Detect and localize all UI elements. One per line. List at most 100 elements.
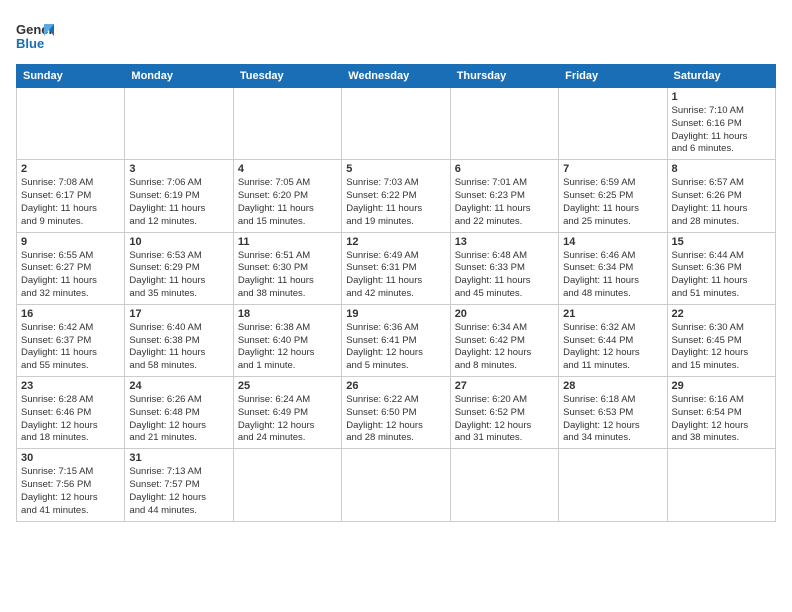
day-number: 11 (238, 236, 337, 248)
calendar-cell: 1 Sunrise: 7:10 AM Sunset: 6:16 PM Daylig… (667, 88, 775, 160)
calendar-cell: 20 Sunrise: 6:34 AM Sunset: 6:42 PM Dayli… (450, 304, 558, 376)
weekday-header-sunday: Sunday (17, 65, 125, 88)
day-number: 30 (21, 452, 120, 464)
day-number: 21 (563, 308, 662, 320)
week-row-4: 16Sunrise: 6:42 AM Sunset: 6:37 PM Dayli… (17, 304, 776, 376)
calendar-cell (559, 88, 667, 160)
day-number: 4 (238, 163, 337, 175)
week-row-3: 9 Sunrise: 6:55 AM Sunset: 6:27 PM Daylig… (17, 232, 776, 304)
day-info: Sunrise: 6:34 AM Sunset: 6:42 PM Dayligh… (455, 322, 554, 373)
day-number: 9 (21, 236, 120, 248)
day-number: 29 (672, 380, 771, 392)
calendar-cell (233, 449, 341, 521)
calendar-cell: 13 Sunrise: 6:48 AM Sunset: 6:33 PM Dayli… (450, 232, 558, 304)
calendar-cell: 26 Sunrise: 6:22 AM Sunset: 6:50 PM Dayli… (342, 377, 450, 449)
calendar-cell: 30 Sunrise: 7:15 AM Sunset: 7:56 PM Dayli… (17, 449, 125, 521)
day-info: Sunrise: 6:53 AM Sunset: 6:29 PM Dayligh… (129, 250, 228, 301)
week-row-5: 23Sunrise: 6:28 AM Sunset: 6:46 PM Dayli… (17, 377, 776, 449)
calendar-cell: 22Sunrise: 6:30 AM Sunset: 6:45 PM Dayli… (667, 304, 775, 376)
week-row-6: 30 Sunrise: 7:15 AM Sunset: 7:56 PM Dayli… (17, 449, 776, 521)
day-info: Sunrise: 6:20 AM Sunset: 6:52 PM Dayligh… (455, 394, 554, 445)
day-info: Sunrise: 6:18 AM Sunset: 6:53 PM Dayligh… (563, 394, 662, 445)
calendar-cell: 2 Sunrise: 7:08 AM Sunset: 6:17 PM Daylig… (17, 160, 125, 232)
day-info: Sunrise: 6:24 AM Sunset: 6:49 PM Dayligh… (238, 394, 337, 445)
calendar-cell: 4 Sunrise: 7:05 AM Sunset: 6:20 PM Daylig… (233, 160, 341, 232)
day-info: Sunrise: 7:01 AM Sunset: 6:23 PM Dayligh… (455, 177, 554, 228)
day-info: Sunrise: 7:05 AM Sunset: 6:20 PM Dayligh… (238, 177, 337, 228)
day-info: Sunrise: 6:22 AM Sunset: 6:50 PM Dayligh… (346, 394, 445, 445)
day-info: Sunrise: 6:55 AM Sunset: 6:27 PM Dayligh… (21, 250, 120, 301)
calendar-cell: 6 Sunrise: 7:01 AM Sunset: 6:23 PM Daylig… (450, 160, 558, 232)
calendar-cell: 25Sunrise: 6:24 AM Sunset: 6:49 PM Dayli… (233, 377, 341, 449)
calendar-cell: 5Sunrise: 7:03 AM Sunset: 6:22 PM Daylig… (342, 160, 450, 232)
calendar-cell (342, 449, 450, 521)
svg-text:Blue: Blue (16, 36, 44, 51)
day-number: 20 (455, 308, 554, 320)
weekday-header-monday: Monday (125, 65, 233, 88)
logo-icon: General Blue (16, 16, 54, 54)
day-info: Sunrise: 6:16 AM Sunset: 6:54 PM Dayligh… (672, 394, 771, 445)
day-number: 18 (238, 308, 337, 320)
weekday-header-saturday: Saturday (667, 65, 775, 88)
day-info: Sunrise: 6:32 AM Sunset: 6:44 PM Dayligh… (563, 322, 662, 373)
calendar-cell: 16Sunrise: 6:42 AM Sunset: 6:37 PM Dayli… (17, 304, 125, 376)
calendar-cell (342, 88, 450, 160)
day-info: Sunrise: 6:59 AM Sunset: 6:25 PM Dayligh… (563, 177, 662, 228)
day-info: Sunrise: 6:49 AM Sunset: 6:31 PM Dayligh… (346, 250, 445, 301)
day-info: Sunrise: 6:48 AM Sunset: 6:33 PM Dayligh… (455, 250, 554, 301)
calendar-cell (450, 449, 558, 521)
week-row-1: 1 Sunrise: 7:10 AM Sunset: 6:16 PM Daylig… (17, 88, 776, 160)
day-info: Sunrise: 6:46 AM Sunset: 6:34 PM Dayligh… (563, 250, 662, 301)
weekday-header-thursday: Thursday (450, 65, 558, 88)
calendar-cell (559, 449, 667, 521)
calendar-cell: 19 Sunrise: 6:36 AM Sunset: 6:41 PM Dayli… (342, 304, 450, 376)
calendar-cell: 10 Sunrise: 6:53 AM Sunset: 6:29 PM Dayli… (125, 232, 233, 304)
day-number: 12 (346, 236, 445, 248)
weekday-header-row: SundayMondayTuesdayWednesdayThursdayFrid… (17, 65, 776, 88)
day-number: 10 (129, 236, 228, 248)
calendar-cell (233, 88, 341, 160)
calendar-cell: 11 Sunrise: 6:51 AM Sunset: 6:30 PM Dayli… (233, 232, 341, 304)
day-number: 1 (672, 91, 771, 103)
day-number: 8 (672, 163, 771, 175)
logo: General Blue (16, 16, 60, 54)
day-info: Sunrise: 7:06 AM Sunset: 6:19 PM Dayligh… (129, 177, 228, 228)
day-number: 24 (129, 380, 228, 392)
day-info: Sunrise: 6:44 AM Sunset: 6:36 PM Dayligh… (672, 250, 771, 301)
day-number: 26 (346, 380, 445, 392)
day-number: 31 (129, 452, 228, 464)
day-number: 7 (563, 163, 662, 175)
weekday-header-wednesday: Wednesday (342, 65, 450, 88)
day-info: Sunrise: 6:36 AM Sunset: 6:41 PM Dayligh… (346, 322, 445, 373)
day-info: Sunrise: 6:57 AM Sunset: 6:26 PM Dayligh… (672, 177, 771, 228)
calendar-cell (450, 88, 558, 160)
day-info: Sunrise: 7:15 AM Sunset: 7:56 PM Dayligh… (21, 466, 120, 517)
calendar-cell: 15 Sunrise: 6:44 AM Sunset: 6:36 PM Dayli… (667, 232, 775, 304)
day-info: Sunrise: 7:08 AM Sunset: 6:17 PM Dayligh… (21, 177, 120, 228)
day-number: 15 (672, 236, 771, 248)
calendar-table: SundayMondayTuesdayWednesdayThursdayFrid… (16, 64, 776, 522)
calendar-cell (17, 88, 125, 160)
day-number: 19 (346, 308, 445, 320)
calendar-cell: 28 Sunrise: 6:18 AM Sunset: 6:53 PM Dayli… (559, 377, 667, 449)
calendar-cell: 31Sunrise: 7:13 AM Sunset: 7:57 PM Dayli… (125, 449, 233, 521)
day-info: Sunrise: 6:40 AM Sunset: 6:38 PM Dayligh… (129, 322, 228, 373)
day-number: 6 (455, 163, 554, 175)
day-number: 3 (129, 163, 228, 175)
calendar-cell: 21 Sunrise: 6:32 AM Sunset: 6:44 PM Dayli… (559, 304, 667, 376)
day-number: 13 (455, 236, 554, 248)
weekday-header-tuesday: Tuesday (233, 65, 341, 88)
weekday-header-friday: Friday (559, 65, 667, 88)
calendar-cell: 14Sunrise: 6:46 AM Sunset: 6:34 PM Dayli… (559, 232, 667, 304)
calendar-cell: 18 Sunrise: 6:38 AM Sunset: 6:40 PM Dayli… (233, 304, 341, 376)
day-info: Sunrise: 6:51 AM Sunset: 6:30 PM Dayligh… (238, 250, 337, 301)
day-number: 28 (563, 380, 662, 392)
day-info: Sunrise: 7:10 AM Sunset: 6:16 PM Dayligh… (672, 105, 771, 156)
day-number: 2 (21, 163, 120, 175)
page-container: General Blue SundayMondayTuesdayWednesda… (16, 16, 776, 522)
day-info: Sunrise: 6:38 AM Sunset: 6:40 PM Dayligh… (238, 322, 337, 373)
day-number: 22 (672, 308, 771, 320)
calendar-cell: 8 Sunrise: 6:57 AM Sunset: 6:26 PM Daylig… (667, 160, 775, 232)
day-info: Sunrise: 6:42 AM Sunset: 6:37 PM Dayligh… (21, 322, 120, 373)
calendar-cell: 23Sunrise: 6:28 AM Sunset: 6:46 PM Dayli… (17, 377, 125, 449)
